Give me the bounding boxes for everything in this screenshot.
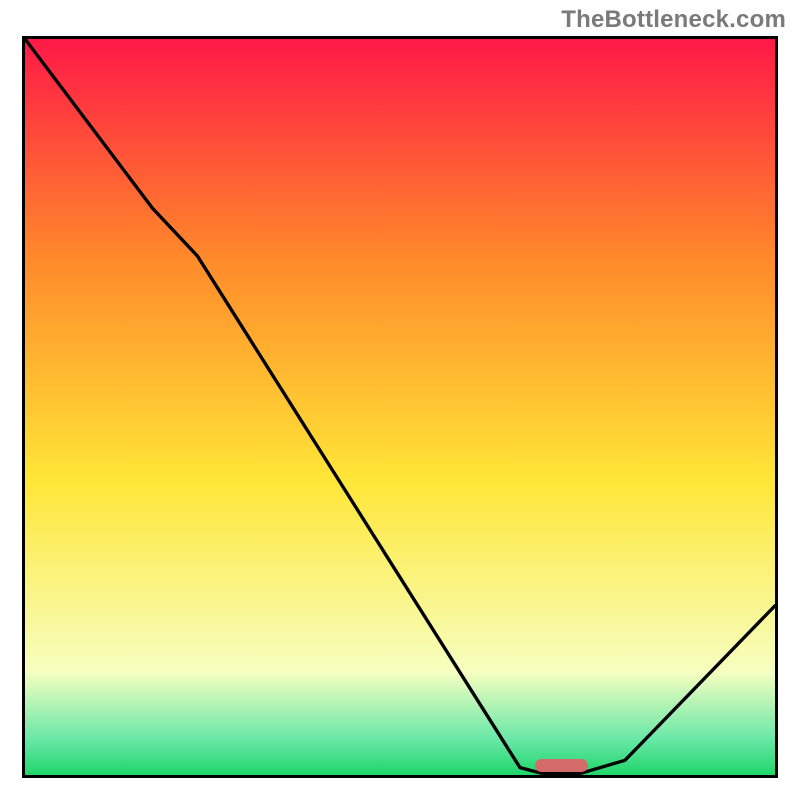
chart-container: TheBottleneck.com [0,0,800,800]
curve-layer [25,39,775,775]
watermark-label: TheBottleneck.com [561,6,786,34]
optimal-marker [535,759,588,772]
bottleneck-curve [25,39,775,774]
plot-frame [22,36,778,778]
